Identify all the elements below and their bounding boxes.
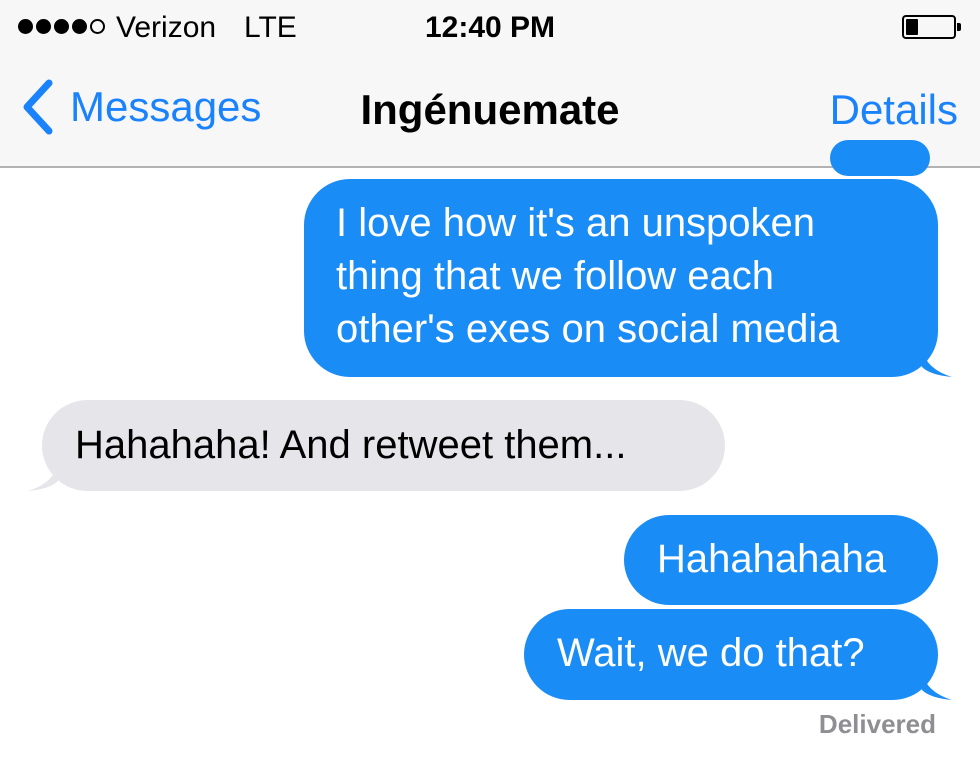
bubble-tail [922, 349, 952, 377]
message-bubble-sent[interactable]: Hahahahaha [624, 515, 938, 605]
details-button[interactable]: Details [830, 86, 958, 134]
battery-tip [957, 23, 961, 31]
battery-level [906, 19, 918, 35]
status-time: 12:40 PM [424, 11, 556, 44]
bubble-tail [922, 672, 952, 700]
status-bar: Verizon LTE 12:40 PM [0, 0, 980, 56]
message-text: Wait, we do that? [557, 631, 865, 675]
message-bubble-sent[interactable]: I love how it's an unspoken thing that w… [304, 179, 952, 377]
battery-icon [902, 15, 961, 39]
delivery-status: Delivered [818, 709, 936, 739]
message-bubble-received[interactable]: Hahahaha! And retweet them... [28, 400, 725, 491]
message-text: I love how it's an unspoken thing that w… [336, 201, 840, 351]
message-text: Hahahahaha [657, 537, 887, 581]
message-text: Hahahaha! And retweet them... [75, 423, 627, 467]
bubble-tail [28, 463, 58, 491]
message-bubble-partial [830, 140, 930, 176]
message-bubble-sent[interactable]: Wait, we do that? [524, 609, 952, 700]
